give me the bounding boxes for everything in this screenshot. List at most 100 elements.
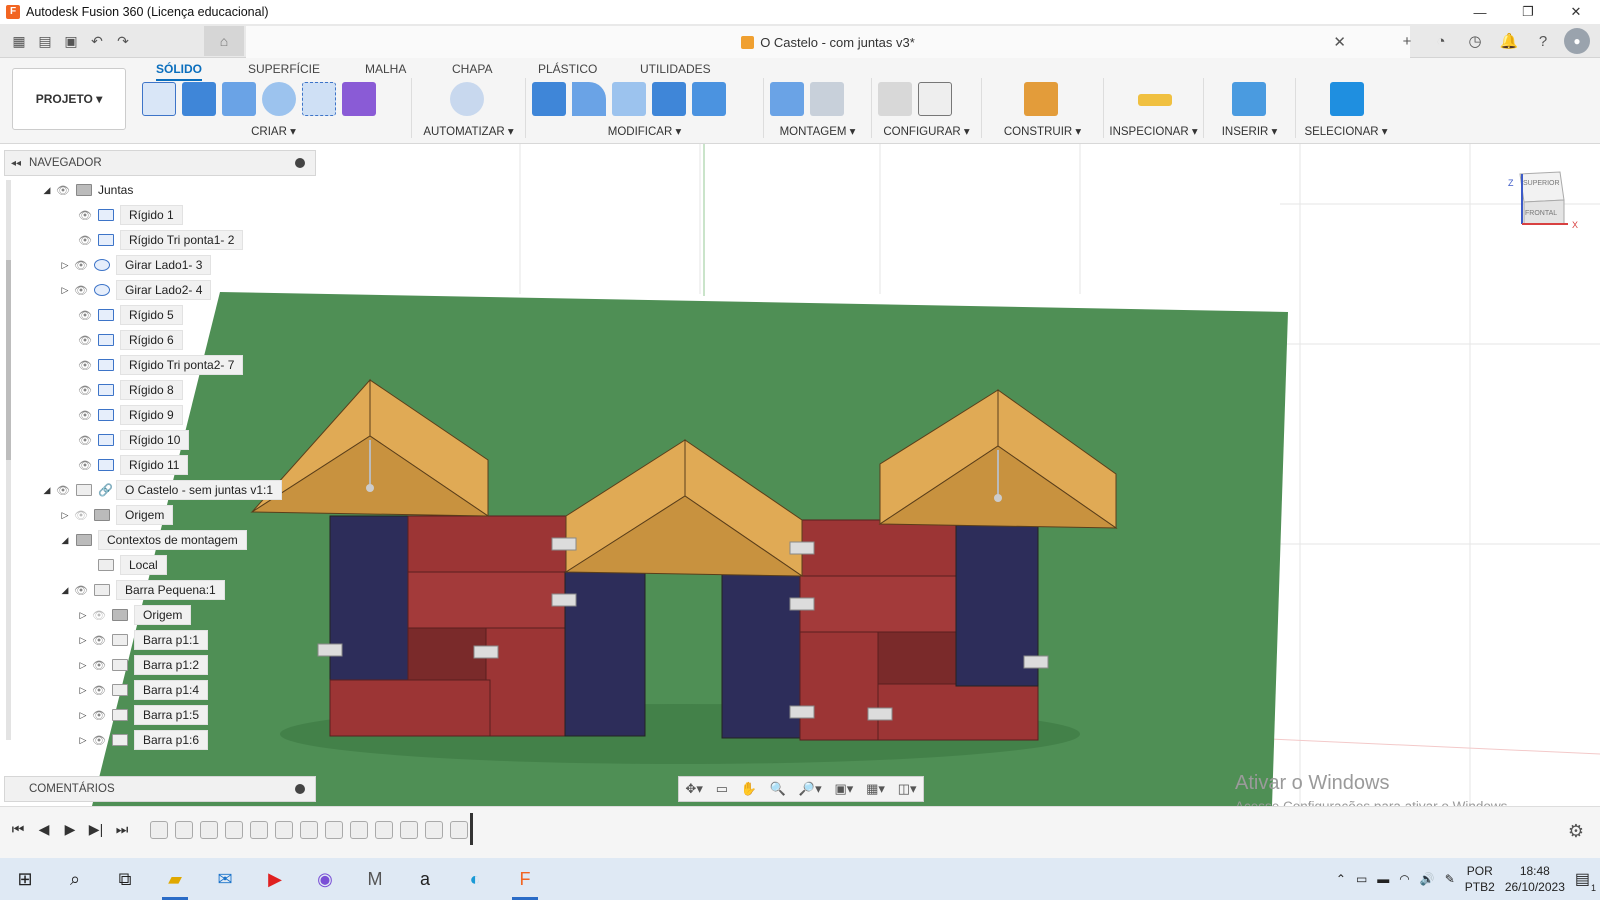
view-cube[interactable]: Z X SUPERIOR FRONTAL [1508,168,1578,230]
notifications-bell-icon[interactable]: 🔔 [1496,28,1522,54]
center-left-navy-column[interactable] [564,571,646,737]
navigator-scrollbar[interactable] [6,180,11,740]
joint-glyph[interactable] [551,537,577,551]
tree-node-joint[interactable]: 👁 Rígido Tri ponta2- 7 [76,355,244,375]
volume-icon[interactable]: 🔊 [1420,872,1435,886]
combine-icon[interactable] [692,82,726,116]
joint-glyph[interactable] [789,541,815,555]
group-label-inspecionar[interactable]: INSPECIONAR ▾ [1104,124,1203,138]
visibility-eye-icon[interactable]: 👁 [76,234,94,247]
fit-icon[interactable]: 🔎▾ [799,781,822,797]
left-top-red-bar[interactable] [407,515,567,573]
expand-triangle-icon[interactable]: ▷ [76,660,90,671]
tree-node-joint[interactable]: 👁 Rígido 1 [76,205,183,225]
group-label-construir[interactable]: CONSTRUIR ▾ [982,124,1103,138]
navigator-header[interactable]: ◂◂ NAVEGADOR [4,150,316,176]
visibility-eye-icon[interactable]: 👁 [76,384,94,397]
expand-triangle-icon[interactable]: ▷ [58,285,72,296]
visibility-eye-icon[interactable]: 👁 [76,434,94,447]
joint-glyph[interactable] [317,643,343,657]
tree-node-body[interactable]: ▷ 👁 Barra p1:4 [76,680,209,700]
extensions-icon[interactable]: ◔ [1428,28,1454,54]
table-icon[interactable] [918,82,952,116]
joint-glyph[interactable] [789,597,815,611]
tree-node-body[interactable]: ▷ 👁 Barra p1:6 [76,730,209,750]
group-label-selecionar[interactable]: SELECIONAR ▾ [1296,124,1396,138]
automate-icon[interactable] [450,82,484,116]
tree-node-body[interactable]: ▷ 👁 Barra p1:5 [76,705,209,725]
viewcube-front-label[interactable]: FRONTAL [1525,210,1557,217]
task-view-icon[interactable]: ⧉ [100,858,150,900]
right-mid-red-bar[interactable] [799,575,959,633]
tree-node-linked-component[interactable]: ◢ 👁 🔗 O Castelo - sem juntas v1:1 [40,480,283,500]
collapse-triangle-icon[interactable]: ◢ [40,185,54,196]
add-comment-icon[interactable] [295,784,305,794]
zoom-icon[interactable]: 🔍 [770,781,786,797]
visibility-eye-icon[interactable]: 👁 [76,209,94,222]
right-bottom-red-bar[interactable] [877,683,1039,741]
timeline-feature-icon[interactable] [250,821,268,839]
orbit-icon[interactable]: ✥▾ [685,781,702,797]
group-label-inserir[interactable]: INSERIR ▾ [1204,124,1295,138]
visibility-eye-icon[interactable]: 👁 [54,184,72,197]
tab-chapa[interactable]: CHAPA [452,62,492,79]
wifi-icon[interactable]: ◠ [1399,872,1409,886]
joint-glyph[interactable] [789,705,815,719]
viewports-icon[interactable]: ◫▾ [898,781,917,797]
expand-triangle-icon[interactable]: ▷ [76,710,90,721]
document-tab[interactable]: O Castelo - com juntas v3* ✕ [246,26,1410,58]
group-label-modificar[interactable]: MODIFICAR ▾ [526,124,763,138]
tree-node-joint[interactable]: ▷ 👁 Girar Lado1- 3 [58,255,212,275]
joint-icon[interactable] [810,82,844,116]
pen-icon[interactable]: ✎ [1445,872,1455,886]
visibility-eye-icon[interactable]: 👁 [90,734,108,747]
visibility-eye-icon[interactable]: 👁 [76,309,94,322]
tree-node-joint[interactable]: 👁 Rígido 8 [76,380,183,400]
hidden-eye-icon[interactable]: 👁 [72,509,90,522]
timeline-feature-icon[interactable] [200,821,218,839]
timeline-feature-icon[interactable] [150,821,168,839]
collapse-panel-icon[interactable]: ◂◂ [11,158,21,169]
tree-node-joint[interactable]: 👁 Rígido 5 [76,305,183,325]
expand-triangle-icon[interactable]: ▷ [76,685,90,696]
form-icon[interactable] [342,82,376,116]
notifications-icon[interactable]: ▤ 1 [1575,869,1596,893]
select-icon[interactable] [1330,82,1364,116]
edge-browser-icon[interactable]: ◐ [450,858,500,900]
extrude-icon[interactable] [182,82,216,116]
m-app-icon[interactable]: M [350,858,400,900]
timeline-feature-icon[interactable] [300,821,318,839]
clock[interactable]: 18:48 26/10/2023 [1505,863,1565,895]
joint-glyph[interactable] [867,707,893,721]
measure-icon[interactable] [1138,94,1172,106]
close-window-button[interactable]: ✕ [1552,0,1600,24]
expand-triangle-icon[interactable]: ▷ [58,510,72,521]
step-back-icon[interactable]: ◀ [36,821,52,838]
expand-triangle-icon[interactable]: ▷ [76,735,90,746]
file-explorer-icon[interactable]: ▰ [150,858,200,900]
joint-glyph[interactable] [551,593,577,607]
timeline-feature-icon[interactable] [325,821,343,839]
start-windows-icon[interactable]: ⊞ [0,858,50,900]
offset-plane-icon[interactable] [1024,82,1058,116]
collapse-triangle-icon[interactable]: ◢ [40,485,54,496]
configure-icon[interactable] [878,82,912,116]
revolve-icon[interactable] [222,82,256,116]
tree-node-juntas[interactable]: ◢ 👁 Juntas [40,180,134,200]
hole-icon[interactable] [262,82,296,116]
visibility-eye-icon[interactable]: 👁 [90,684,108,697]
fusion-taskbar-icon[interactable]: F [500,858,550,900]
tree-node-contexts[interactable]: ◢ Contextos de montagem [58,530,247,550]
expand-triangle-icon[interactable]: ▷ [76,610,90,621]
scrollbar-thumb[interactable] [6,260,11,460]
mail-icon[interactable]: ✉ [200,858,250,900]
tree-node-body[interactable]: ▷ 👁 Barra p1:1 [76,630,209,650]
play-icon[interactable]: ▶ [62,821,78,838]
tab-plastico[interactable]: PLÁSTICO [538,62,597,79]
right-top-red-bar[interactable] [799,519,959,577]
collapse-triangle-icon[interactable]: ◢ [58,535,72,546]
fillet-icon[interactable] [572,82,606,116]
project-workspace-button[interactable]: PROJETO ▾ [12,68,126,130]
timeline-feature-icon[interactable] [400,821,418,839]
data-panel-grid-icon[interactable]: ▦ [8,30,30,52]
